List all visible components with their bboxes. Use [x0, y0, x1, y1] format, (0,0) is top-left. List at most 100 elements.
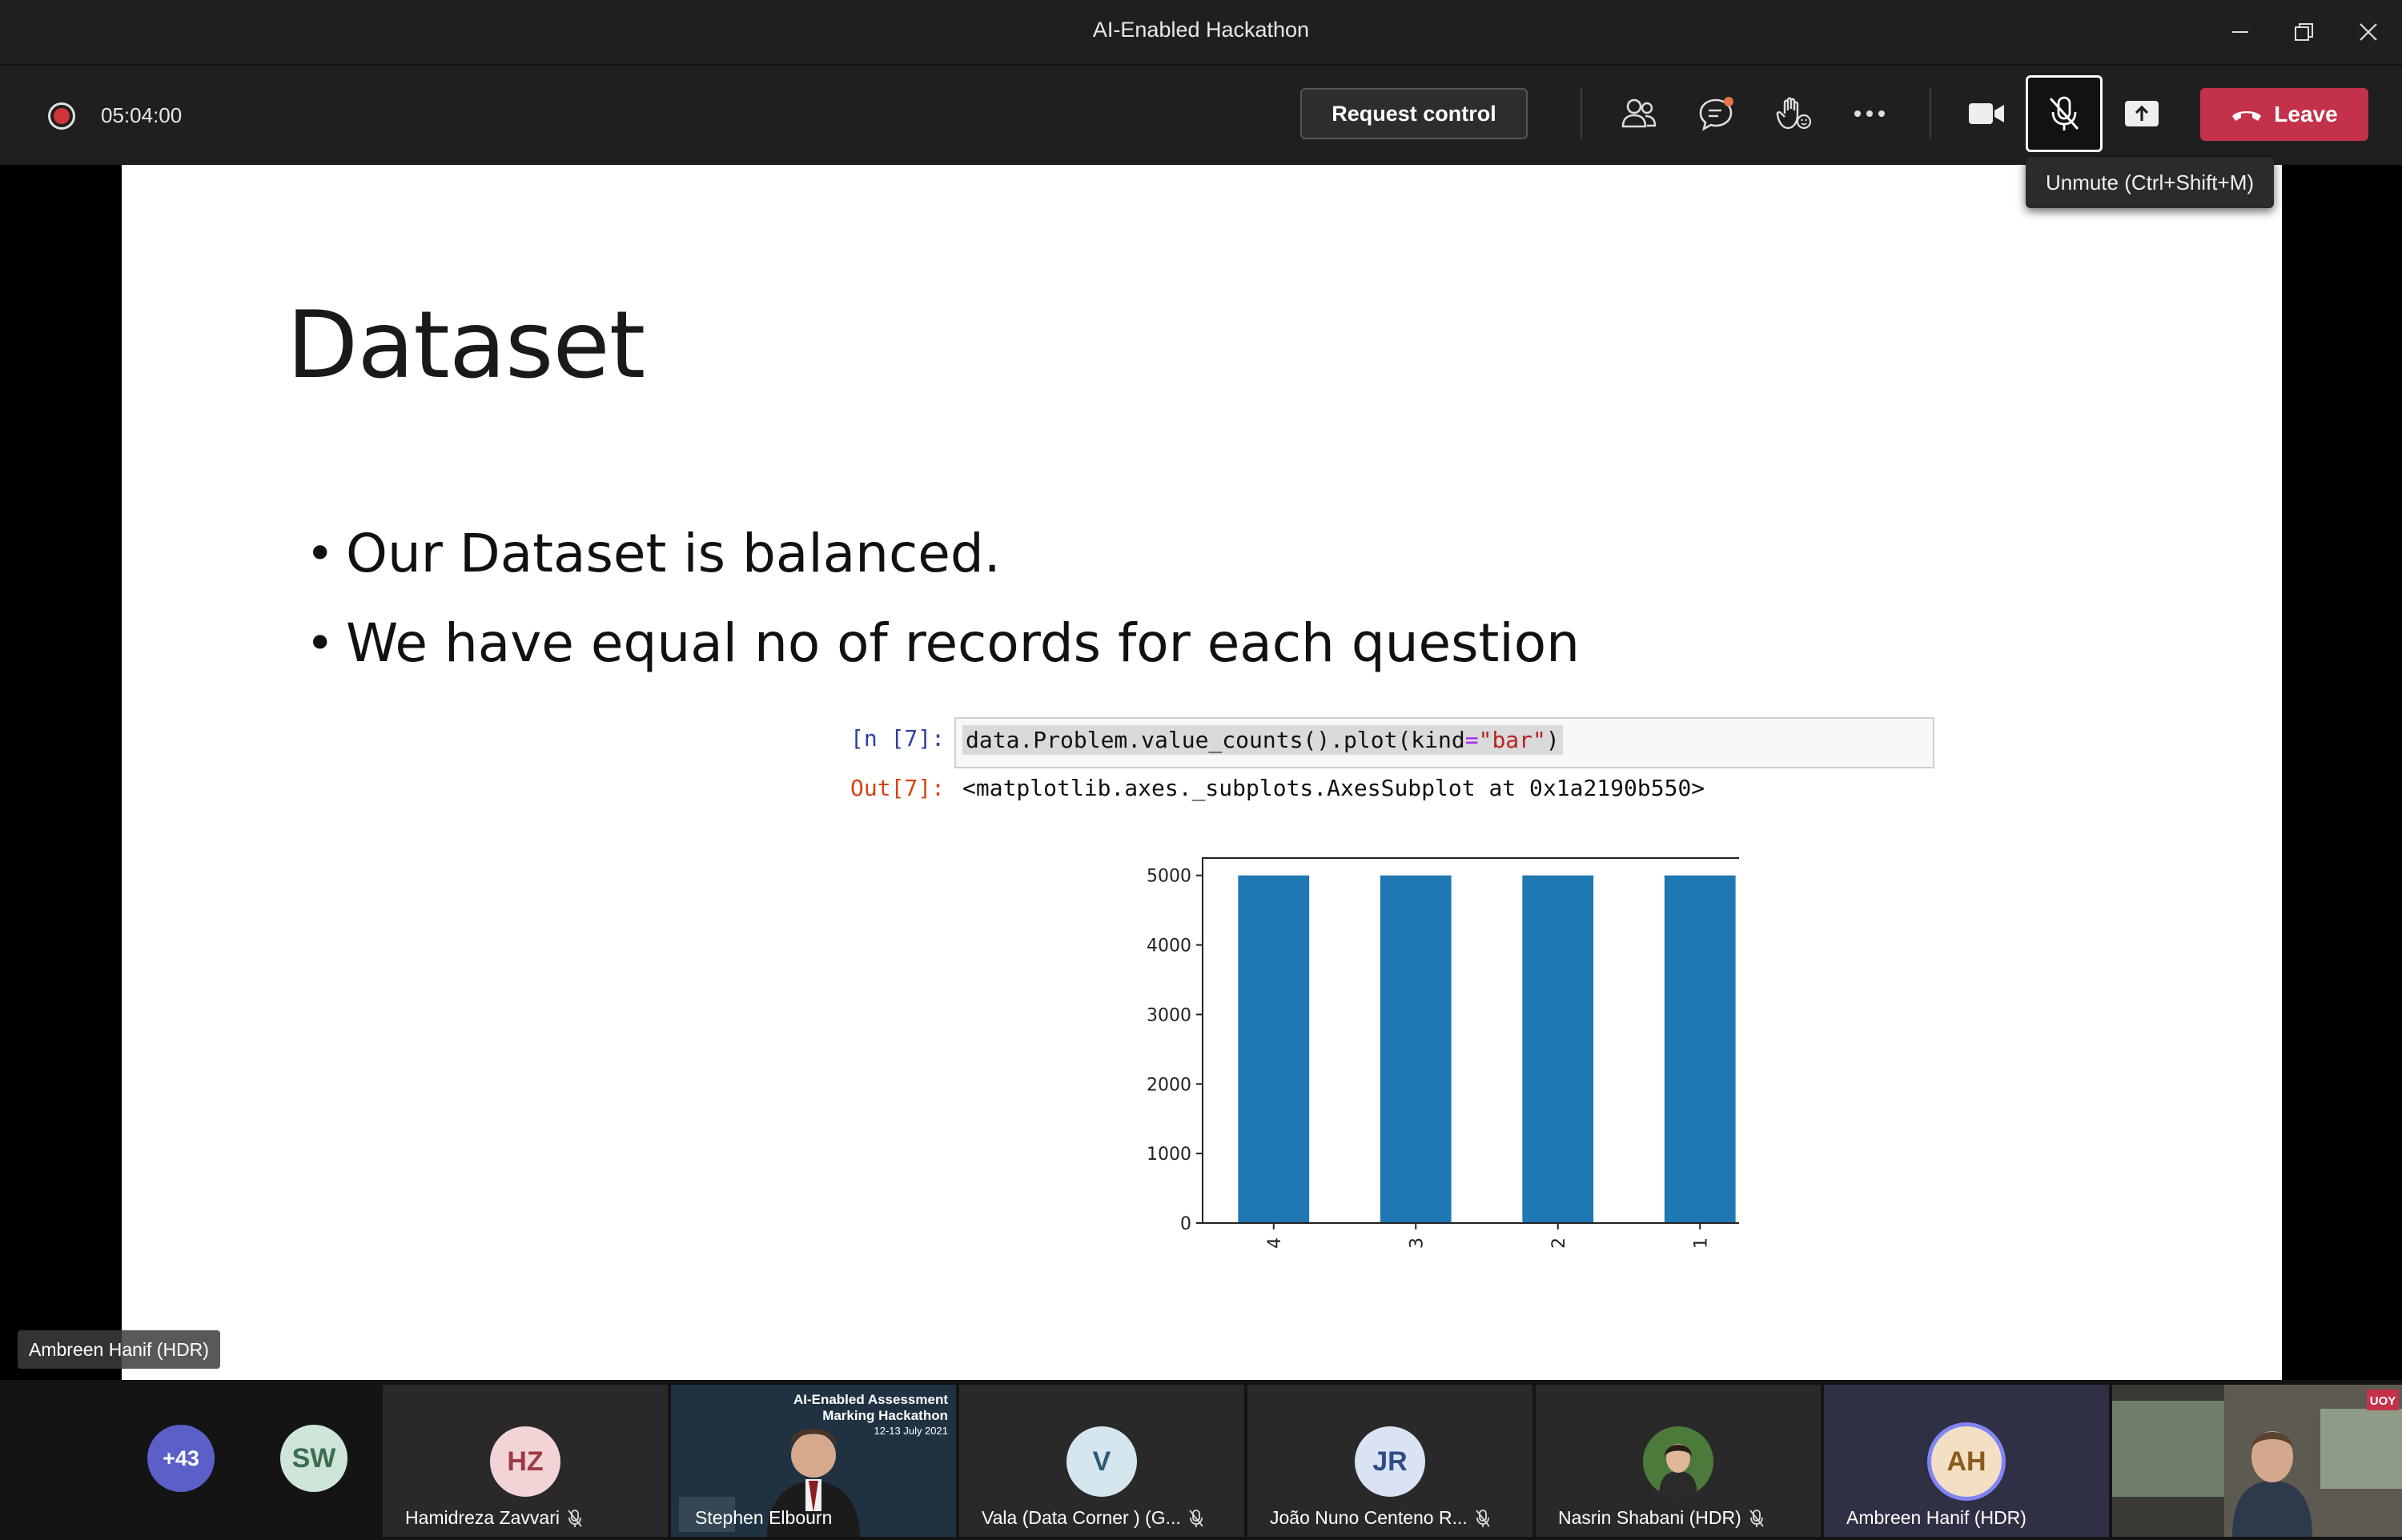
window-title: AI-Enabled Hackathon	[1092, 18, 1310, 42]
minimize-button[interactable]	[2216, 11, 2264, 53]
raise-hand-button[interactable]	[1757, 85, 1829, 142]
shared-content-stage: Dataset Our Dataset is balanced. We have…	[0, 165, 2402, 1380]
close-window-button[interactable]	[2344, 11, 2392, 53]
participant-name: Stephen Elbourn	[695, 1507, 833, 1528]
chart-bar	[1380, 875, 1452, 1223]
participant-tile-video[interactable]: AI-Enabled Assessment Marking Hackathon …	[671, 1385, 956, 1537]
avatar: JR	[1355, 1426, 1425, 1497]
code-text-end: )	[1545, 727, 1560, 753]
participant-tile[interactable]: V Vala (Data Corner ) (G...	[959, 1385, 1244, 1537]
chart-bar	[1664, 875, 1736, 1223]
poster-text: Marking Hackathon	[822, 1408, 948, 1423]
poster-text: 12-13 July 2021	[874, 1425, 948, 1437]
mic-muted-icon	[568, 1509, 582, 1527]
restore-button[interactable]	[2280, 11, 2328, 53]
participant-name: Ambreen Hanif (HDR)	[1846, 1507, 2026, 1528]
mic-muted-icon	[1476, 1509, 1490, 1527]
input-prompt: [n [7]:	[850, 725, 946, 752]
minimize-icon	[2232, 31, 2248, 33]
code-text: data.Problem.value_counts().plot(kind	[966, 727, 1465, 753]
share-tray-icon	[2125, 101, 2159, 126]
people-icon	[1621, 98, 1657, 128]
chat-icon	[1699, 97, 1733, 131]
avatar: V	[1066, 1426, 1137, 1497]
leave-label: Leave	[2274, 102, 2338, 126]
participant-name: Nasrin Shabani (HDR)	[1558, 1507, 1741, 1528]
participant-tile[interactable]: Nasrin Shabani (HDR)	[1536, 1385, 1821, 1537]
y-tick-label: 0	[1180, 1214, 1191, 1234]
chart-bar	[1522, 875, 1594, 1223]
participant-name-row: Vala (Data Corner ) (G...	[982, 1507, 1203, 1529]
x-tick-label: 1	[1691, 1237, 1711, 1249]
close-icon	[2360, 23, 2377, 41]
camera-button[interactable]	[1950, 85, 2022, 142]
participant-name: Vala (Data Corner ) (G...	[982, 1507, 1181, 1528]
x-tick-label: 2	[1549, 1237, 1569, 1249]
hang-up-icon	[2232, 111, 2262, 121]
teams-meeting-window: AI-Enabled Hackathon 05:04:00 Request co…	[0, 0, 2402, 1540]
avatar: AH	[1931, 1426, 2002, 1497]
output-prompt: Out[7]:	[850, 775, 946, 801]
toolbar-divider	[1930, 88, 1931, 139]
presentation-slide: Dataset Our Dataset is balanced. We have…	[122, 165, 2282, 1380]
recording-icon	[48, 102, 75, 130]
x-tick-label: 3	[1407, 1237, 1427, 1249]
hand-reaction-icon	[1776, 97, 1812, 130]
participant-name: João Nuno Centeno R...	[1270, 1507, 1468, 1528]
code-line: data.Problem.value_counts().plot(kind="b…	[962, 725, 1563, 755]
code-string: "bar"	[1478, 727, 1546, 753]
unmute-tooltip: Unmute (Ctrl+Shift+M)	[2026, 157, 2274, 208]
microphone-muted-icon	[2049, 96, 2079, 130]
participant-name-row: Nasrin Shabani (HDR)	[1558, 1507, 1764, 1529]
y-tick-label: 1000	[1147, 1145, 1191, 1165]
avatar[interactable]: SW	[280, 1425, 347, 1492]
slide-title: Dataset	[287, 291, 645, 399]
bullet-item: We have equal no of records for each que…	[306, 599, 1580, 688]
meeting-timer: 05:04:00	[101, 103, 183, 127]
title-bar: AI-Enabled Hackathon	[0, 0, 2402, 64]
bar-chart: 4 3 2 1 0 1000 2000 3000 4000 5000	[1147, 857, 1739, 1249]
participant-tile[interactable]: JR João Nuno Centeno R...	[1247, 1385, 1532, 1537]
mic-toggle-button[interactable]	[2026, 75, 2103, 152]
meeting-toolbar: 05:04:00 Request control Leave	[0, 64, 2402, 165]
participant-name-row: João Nuno Centeno R...	[1270, 1507, 1490, 1529]
avatar: HZ	[490, 1426, 560, 1497]
share-screen-button[interactable]	[2106, 85, 2178, 142]
bullet-item: Our Dataset is balanced.	[306, 509, 1580, 599]
participant-name: Hamidreza Zavvari	[405, 1507, 560, 1528]
y-tick-label: 5000	[1147, 867, 1191, 887]
request-control-button[interactable]: Request control	[1300, 88, 1528, 139]
participant-tile-speaking[interactable]: AH Ambreen Hanif (HDR)	[1824, 1385, 2109, 1537]
x-tick-label: 4	[1265, 1237, 1285, 1249]
more-participants-button[interactable]: +43	[147, 1425, 215, 1492]
more-actions-button[interactable]	[1834, 85, 1906, 142]
speaker-name-tag: Ambreen Hanif (HDR)	[18, 1330, 220, 1369]
y-tick-label: 3000	[1147, 1005, 1191, 1025]
mic-muted-icon	[1749, 1509, 1764, 1527]
video-badge: UOY	[2370, 1394, 2396, 1408]
slide-bullets: Our Dataset is balanced. We have equal n…	[306, 509, 1580, 688]
participant-name-row: Hamidreza Zavvari	[405, 1507, 582, 1529]
avatar-photo	[1643, 1426, 1713, 1497]
chart-bar	[1238, 875, 1310, 1223]
chat-button[interactable]	[1680, 85, 1752, 142]
participant-tile[interactable]: HZ Hamidreza Zavvari	[383, 1385, 668, 1537]
participant-tile-video[interactable]: UOY	[2112, 1385, 2402, 1537]
code-operator: =	[1464, 727, 1479, 753]
participants-strip: +43 SW HZ Hamidreza Zavvari AI-Enabled A…	[0, 1380, 2402, 1540]
participant-name-row: Ambreen Hanif (HDR)	[1846, 1507, 2026, 1529]
participant-video: UOY	[2112, 1385, 2402, 1537]
notebook-cell: [n [7]: data.Problem.value_counts().plot…	[850, 709, 2099, 829]
toolbar-divider	[1581, 88, 1582, 139]
code-output: <matplotlib.axes._subplots.AxesSubplot a…	[962, 775, 1705, 801]
video-camera-icon	[1969, 103, 2004, 124]
restore-icon	[2295, 23, 2313, 41]
participants-button[interactable]	[1603, 85, 1675, 142]
y-tick-label: 2000	[1147, 1075, 1191, 1095]
participant-name-row: Stephen Elbourn	[695, 1507, 832, 1529]
leave-button[interactable]: Leave	[2200, 88, 2368, 141]
more-icon	[1854, 110, 1885, 117]
y-tick-label: 4000	[1147, 936, 1191, 956]
mic-muted-icon	[1189, 1509, 1203, 1527]
poster-text: AI-Enabled Assessment	[793, 1392, 948, 1407]
